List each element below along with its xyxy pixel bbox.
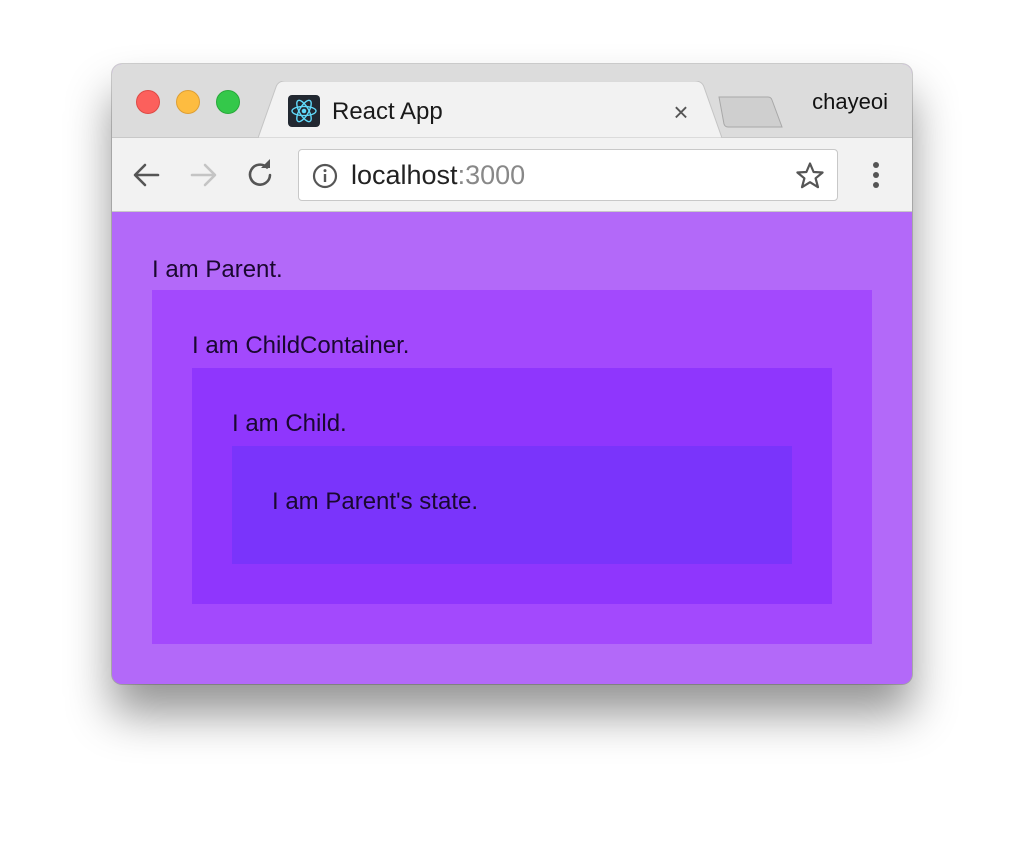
child-label: I am Child.: [232, 410, 347, 437]
parent-state-label: I am Parent's state.: [272, 488, 479, 515]
tab-react-app[interactable]: React App ×: [258, 81, 722, 138]
forward-arrow-icon[interactable]: [186, 158, 220, 192]
url-port: :3000: [457, 160, 526, 190]
react-logo-icon: [288, 95, 320, 127]
parent-state-box: I am Parent's state.: [232, 446, 792, 564]
browser-window: React App × chayeoi localhost:3000 I am …: [112, 64, 912, 684]
window-close-button[interactable]: [136, 90, 160, 114]
browser-toolbar: localhost:3000: [112, 138, 912, 212]
profile-name[interactable]: chayeoi: [812, 89, 888, 115]
page-content: I am Parent. I am ChildContainer. I am C…: [112, 212, 912, 684]
parent-label: I am Parent.: [152, 256, 283, 283]
url-host: localhost: [351, 160, 458, 190]
tab-title: React App: [332, 98, 443, 125]
address-url: localhost:3000: [351, 160, 525, 190]
tab-shape: [258, 81, 722, 138]
child-container-box: I am ChildContainer. I am Child. I am Pa…: [152, 290, 872, 644]
child-box: I am Child. I am Parent's state.: [192, 368, 832, 604]
tab-close-icon[interactable]: ×: [668, 99, 694, 125]
new-tab-button[interactable]: [718, 96, 784, 128]
child-container-label: I am ChildContainer.: [192, 332, 410, 359]
reload-icon[interactable]: [243, 158, 277, 192]
window-minimize-button[interactable]: [176, 90, 200, 114]
window-maximize-button[interactable]: [216, 90, 240, 114]
address-bar[interactable]: localhost:3000: [298, 149, 838, 201]
back-arrow-icon[interactable]: [130, 158, 164, 192]
menu-kebab-icon[interactable]: [862, 158, 890, 192]
info-icon[interactable]: [312, 163, 338, 189]
bookmark-star-icon[interactable]: [795, 161, 825, 191]
tab-strip: React App × chayeoi: [112, 64, 912, 138]
